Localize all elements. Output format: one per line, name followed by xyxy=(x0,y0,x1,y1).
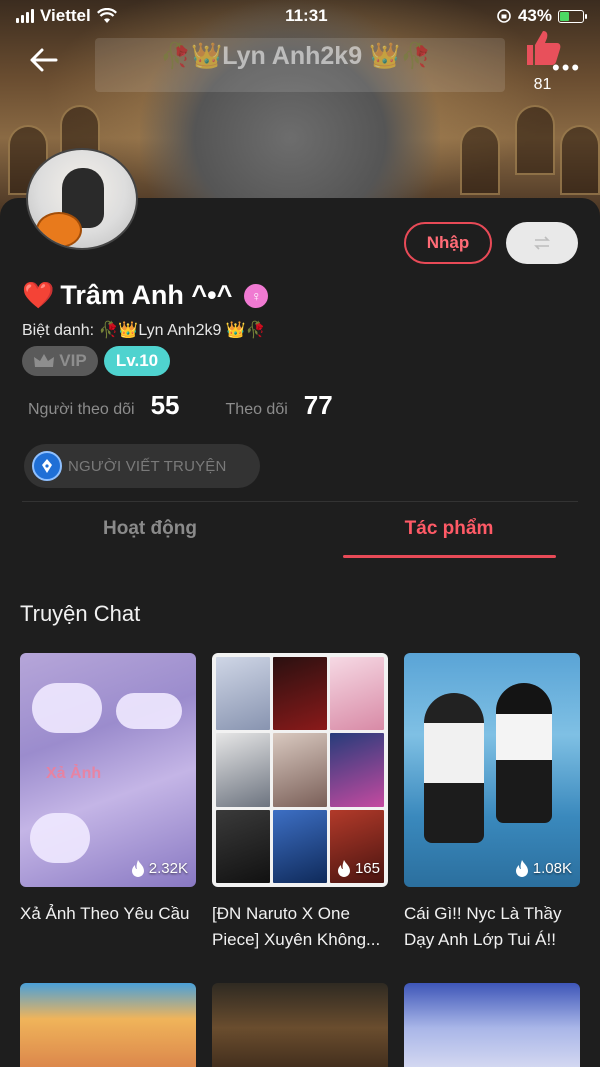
view-count-value: 2.32K xyxy=(148,860,188,877)
signal-icon xyxy=(16,9,34,23)
pen-nib-icon xyxy=(32,451,62,481)
section-title: Truyện Chat xyxy=(20,601,141,626)
view-count: 165 xyxy=(337,860,380,877)
clock: 11:31 xyxy=(285,6,328,25)
heart-icon: ❤️ xyxy=(22,280,55,310)
followers-count[interactable]: 55 xyxy=(151,390,180,421)
nickname-value: 🥀👑Lyn Anh2k9 👑🥀 xyxy=(98,322,266,339)
story-card[interactable]: 1.08K Cái Gì!! Nyc Là Thầy Dạy Anh Lớp T… xyxy=(404,653,580,953)
status-bar: Viettel 11:31 43% xyxy=(0,0,600,32)
banner-arch xyxy=(460,125,500,195)
import-button[interactable]: Nhập xyxy=(404,222,492,264)
tab-activity[interactable]: Hoạt động xyxy=(44,518,256,540)
flame-icon xyxy=(515,860,528,877)
banner-arch xyxy=(560,125,600,195)
badge-row: VIP Lv.10 xyxy=(22,346,170,376)
nickname-label: Biệt danh: xyxy=(22,322,99,339)
cover-watermark: Xả Ảnh xyxy=(46,765,102,782)
avatar[interactable] xyxy=(26,148,138,250)
profile-name: ❤️ Trâm Anh ^•^ ♀ xyxy=(22,280,269,311)
story-cover[interactable] xyxy=(404,983,580,1067)
story-cover[interactable]: 165 xyxy=(212,653,388,887)
vip-badge[interactable]: VIP xyxy=(22,346,98,376)
story-card[interactable]: Xả Ảnh 2.32K Xả Ảnh Theo Yêu Cầu xyxy=(20,653,196,927)
display-name: Trâm Anh ^•^ xyxy=(60,280,233,310)
banner-character xyxy=(140,0,440,230)
vip-label: VIP xyxy=(59,351,87,370)
orientation-lock-icon xyxy=(497,9,511,23)
level-badge[interactable]: Lv.10 xyxy=(104,346,170,376)
pumpkin-icon xyxy=(36,212,82,248)
writer-badge[interactable]: NGƯỜI VIẾT TRUYỆN xyxy=(24,444,260,488)
follow-stats: Người theo dõi 55 Theo dõi 77 xyxy=(28,390,333,421)
story-cover[interactable] xyxy=(20,983,196,1067)
story-cover[interactable]: 1.08K xyxy=(404,653,580,887)
story-cover[interactable] xyxy=(212,983,388,1067)
view-count: 2.32K xyxy=(131,860,188,877)
swap-button[interactable] xyxy=(506,222,578,264)
divider xyxy=(22,501,578,502)
flame-icon xyxy=(337,860,350,877)
followers-label[interactable]: Người theo dõi xyxy=(28,401,135,419)
nickname-row: Biệt danh: 🥀👑Lyn Anh2k9 👑🥀 xyxy=(22,320,266,340)
flame-icon xyxy=(131,860,144,877)
following-label[interactable]: Theo dõi xyxy=(226,401,288,419)
active-tab-indicator xyxy=(343,555,556,558)
tab-works[interactable]: Tác phẩm xyxy=(343,518,555,540)
header-title: 🥀👑Lyn Anh2k9 👑🥀 xyxy=(160,42,432,70)
following-count[interactable]: 77 xyxy=(304,390,333,421)
swap-arrows-icon xyxy=(534,236,550,250)
battery-percent: 43% xyxy=(517,6,552,25)
story-title[interactable]: [ĐN Naruto X One Piece] Xuyên Không... xyxy=(212,901,388,953)
story-cover[interactable]: Xả Ảnh 2.32K xyxy=(20,653,196,887)
back-arrow-icon[interactable] xyxy=(28,44,60,76)
writer-badge-label: NGƯỜI VIẾT TRUYỆN xyxy=(68,457,227,475)
view-count-value: 165 xyxy=(354,860,380,877)
story-title[interactable]: Xả Ảnh Theo Yêu Cầu xyxy=(20,901,196,927)
view-count-value: 1.08K xyxy=(532,860,572,877)
view-count: 1.08K xyxy=(515,860,572,877)
carrier-name: Viettel xyxy=(40,6,91,25)
crown-icon xyxy=(34,354,55,367)
story-card[interactable]: 165 [ĐN Naruto X One Piece] Xuyên Không.… xyxy=(212,653,388,953)
battery-icon xyxy=(557,9,587,23)
story-title[interactable]: Cái Gì!! Nyc Là Thầy Dạy Anh Lớp Tui Á!! xyxy=(404,901,580,953)
banner-arch xyxy=(515,105,555,175)
more-options-icon[interactable]: ••• xyxy=(552,55,581,81)
gender-female-icon: ♀ xyxy=(244,283,269,308)
wifi-icon xyxy=(96,8,117,23)
